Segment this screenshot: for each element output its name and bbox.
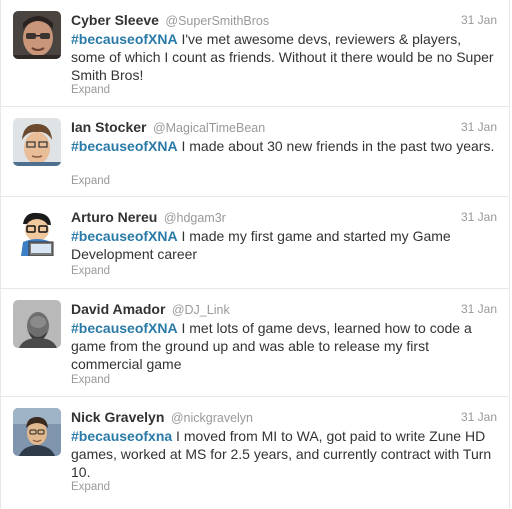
tweet-text: #becauseofXNA I met lots of game devs, l… [71, 319, 497, 373]
author-fullname[interactable]: Cyber Sleeve [71, 12, 159, 28]
hashtag-link[interactable]: #becauseofXNA [71, 320, 178, 336]
tweet-item[interactable]: Arturo Nereu @hdgam3r 31 Jan #becauseofX… [1, 197, 509, 289]
tweet-timestamp[interactable]: 31 Jan [461, 208, 497, 226]
tweet-text: #becauseofXNA I've met awesome devs, rev… [71, 30, 497, 84]
tweet-text: #becauseofxna I moved from MI to WA, got… [71, 427, 497, 481]
hashtag-link[interactable]: #becauseofXNA [71, 138, 178, 154]
author-username[interactable]: @DJ_Link [172, 303, 230, 317]
avatar[interactable] [13, 408, 61, 456]
tweet-timeline: Cyber Sleeve @SuperSmithBros 31 Jan #bec… [0, 0, 510, 509]
tweet-timestamp[interactable]: 31 Jan [461, 11, 497, 29]
avatar[interactable] [13, 300, 61, 348]
author-username[interactable]: @nickgravelyn [171, 411, 253, 425]
expand-link[interactable]: Expand [71, 265, 110, 277]
author-fullname[interactable]: Nick Gravelyn [71, 409, 164, 425]
tweet-text: #becauseofXNA I made my first game and s… [71, 227, 497, 263]
tweet-item[interactable]: David Amador @DJ_Link 31 Jan #becauseofX… [1, 289, 509, 397]
tweet-timestamp[interactable]: 31 Jan [461, 118, 497, 136]
tweet-text: #becauseofXNA I made about 30 new friend… [71, 137, 497, 155]
tweet-timestamp[interactable]: 31 Jan [461, 300, 497, 318]
author-username[interactable]: @hdgam3r [164, 211, 226, 225]
expand-link[interactable]: Expand [71, 175, 110, 187]
expand-link[interactable]: Expand [71, 374, 110, 386]
tweet-item[interactable]: Nick Gravelyn @nickgravelyn 31 Jan #beca… [1, 397, 509, 509]
tweet-body: I made about 30 new friends in the past … [177, 138, 495, 154]
hashtag-link[interactable]: #becauseofxna [71, 428, 172, 444]
expand-link[interactable]: Expand [71, 481, 110, 493]
hashtag-link[interactable]: #becauseofXNA [71, 31, 178, 47]
author-fullname[interactable]: Arturo Nereu [71, 209, 157, 225]
tweet-timestamp[interactable]: 31 Jan [461, 408, 497, 426]
author-fullname[interactable]: David Amador [71, 301, 165, 317]
expand-link[interactable]: Expand [71, 84, 110, 96]
author-username[interactable]: @MagicalTimeBean [153, 121, 265, 135]
tweet-item[interactable]: Ian Stocker @MagicalTimeBean 31 Jan #bec… [1, 107, 509, 197]
author-username[interactable]: @SuperSmithBros [165, 14, 269, 28]
author-fullname[interactable]: Ian Stocker [71, 119, 146, 135]
avatar[interactable] [13, 208, 61, 256]
hashtag-link[interactable]: #becauseofXNA [71, 228, 178, 244]
tweet-item[interactable]: Cyber Sleeve @SuperSmithBros 31 Jan #bec… [1, 0, 509, 107]
avatar[interactable] [13, 11, 61, 59]
avatar[interactable] [13, 118, 61, 166]
